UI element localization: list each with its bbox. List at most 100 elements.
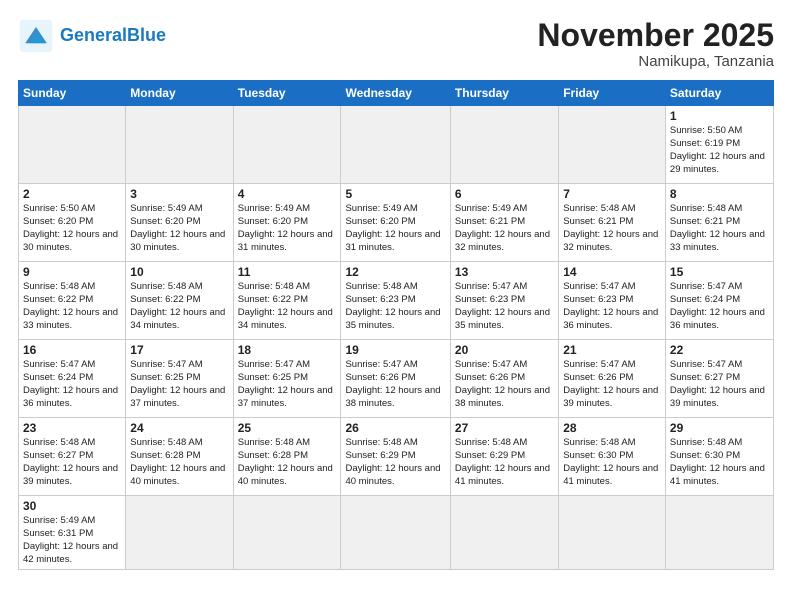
calendar-day-cell: 4 Sunrise: 5:49 AM Sunset: 6:20 PM Daylig…	[233, 184, 341, 262]
calendar-day-cell	[19, 106, 126, 184]
calendar-day-cell	[126, 496, 233, 570]
day-info: Sunrise: 5:48 AM Sunset: 6:22 PM Dayligh…	[23, 281, 121, 332]
day-number: 4	[238, 187, 337, 201]
day-info: Sunrise: 5:48 AM Sunset: 6:21 PM Dayligh…	[563, 203, 661, 254]
calendar-day-cell: 29Sunrise: 5:48 AM Sunset: 6:30 PM Dayli…	[665, 418, 773, 496]
calendar-week-row: 2Sunrise: 5:50 AM Sunset: 6:20 PM Daylig…	[19, 184, 774, 262]
day-number: 16	[23, 343, 121, 357]
day-info: Sunrise: 5:48 AM Sunset: 6:23 PM Dayligh…	[345, 281, 445, 332]
day-info: Sunrise: 5:49 AM Sunset: 6:20 PM Dayligh…	[345, 203, 445, 254]
calendar-day-cell: 9 Sunrise: 5:48 AM Sunset: 6:22 PM Daylig…	[19, 262, 126, 340]
calendar-day-cell	[126, 106, 233, 184]
day-info: Sunrise: 5:47 AM Sunset: 6:23 PM Dayligh…	[455, 281, 554, 332]
calendar-day-cell: 19Sunrise: 5:47 AM Sunset: 6:26 PM Dayli…	[341, 340, 450, 418]
weekday-header-friday: Friday	[559, 81, 666, 106]
day-info: Sunrise: 5:48 AM Sunset: 6:30 PM Dayligh…	[563, 437, 661, 488]
day-number: 6	[455, 187, 554, 201]
calendar-day-cell: 12 Sunrise: 5:48 AM Sunset: 6:23 PM Dayli…	[341, 262, 450, 340]
day-number: 14	[563, 265, 661, 279]
calendar-day-cell: 7 Sunrise: 5:48 AM Sunset: 6:21 PM Daylig…	[559, 184, 666, 262]
calendar-day-cell	[233, 496, 341, 570]
calendar-day-cell: 14 Sunrise: 5:47 AM Sunset: 6:23 PM Dayli…	[559, 262, 666, 340]
day-info: Sunrise: 5:49 AM Sunset: 6:20 PM Dayligh…	[238, 203, 337, 254]
calendar-day-cell	[450, 106, 558, 184]
weekday-header-sunday: Sunday	[19, 81, 126, 106]
day-number: 1	[670, 109, 769, 123]
weekday-header-thursday: Thursday	[450, 81, 558, 106]
calendar-day-cell	[233, 106, 341, 184]
calendar-day-cell	[665, 496, 773, 570]
day-number: 12	[345, 265, 445, 279]
day-number: 22	[670, 343, 769, 357]
calendar-day-cell	[341, 106, 450, 184]
logo-blue: Blue	[127, 25, 166, 45]
day-info: Sunrise: 5:47 AM Sunset: 6:24 PM Dayligh…	[23, 359, 121, 410]
day-number: 11	[238, 265, 337, 279]
weekday-header-tuesday: Tuesday	[233, 81, 341, 106]
day-number: 10	[130, 265, 228, 279]
weekday-header-wednesday: Wednesday	[341, 81, 450, 106]
calendar-week-row: 30 Sunrise: 5:49 AM Sunset: 6:31 PM Dayli…	[19, 496, 774, 570]
calendar-day-cell: 22 Sunrise: 5:47 AM Sunset: 6:27 PM Dayli…	[665, 340, 773, 418]
logo-general: General	[60, 25, 127, 45]
day-number: 9	[23, 265, 121, 279]
calendar-day-cell: 28 Sunrise: 5:48 AM Sunset: 6:30 PM Dayli…	[559, 418, 666, 496]
calendar-day-cell: 25 Sunrise: 5:48 AM Sunset: 6:28 PM Dayli…	[233, 418, 341, 496]
calendar-day-cell: 20 Sunrise: 5:47 AM Sunset: 6:26 PM Dayli…	[450, 340, 558, 418]
day-info: Sunrise: 5:47 AM Sunset: 6:27 PM Dayligh…	[670, 359, 769, 410]
day-number: 8	[670, 187, 769, 201]
day-number: 27	[455, 421, 554, 435]
calendar-day-cell: 3Sunrise: 5:49 AM Sunset: 6:20 PM Daylig…	[126, 184, 233, 262]
day-number: 15	[670, 265, 769, 279]
calendar-day-cell: 11Sunrise: 5:48 AM Sunset: 6:22 PM Dayli…	[233, 262, 341, 340]
day-info: Sunrise: 5:47 AM Sunset: 6:26 PM Dayligh…	[455, 359, 554, 410]
calendar-day-cell: 26Sunrise: 5:48 AM Sunset: 6:29 PM Dayli…	[341, 418, 450, 496]
weekday-header-monday: Monday	[126, 81, 233, 106]
day-info: Sunrise: 5:48 AM Sunset: 6:28 PM Dayligh…	[238, 437, 337, 488]
title-block: November 2025 Namikupa, Tanzania	[537, 18, 774, 70]
calendar-day-cell: 21Sunrise: 5:47 AM Sunset: 6:26 PM Dayli…	[559, 340, 666, 418]
day-number: 30	[23, 499, 121, 513]
calendar-week-row: 23Sunrise: 5:48 AM Sunset: 6:27 PM Dayli…	[19, 418, 774, 496]
calendar-day-cell: 16 Sunrise: 5:47 AM Sunset: 6:24 PM Dayli…	[19, 340, 126, 418]
calendar-week-row: 1 Sunrise: 5:50 AM Sunset: 6:19 PM Daylig…	[19, 106, 774, 184]
calendar-day-cell	[559, 496, 666, 570]
day-info: Sunrise: 5:47 AM Sunset: 6:25 PM Dayligh…	[238, 359, 337, 410]
calendar-day-cell	[450, 496, 558, 570]
calendar-week-row: 16 Sunrise: 5:47 AM Sunset: 6:24 PM Dayli…	[19, 340, 774, 418]
calendar-day-cell: 2Sunrise: 5:50 AM Sunset: 6:20 PM Daylig…	[19, 184, 126, 262]
calendar-day-cell: 17Sunrise: 5:47 AM Sunset: 6:25 PM Dayli…	[126, 340, 233, 418]
logo-text: GeneralBlue	[60, 26, 166, 46]
day-info: Sunrise: 5:48 AM Sunset: 6:27 PM Dayligh…	[23, 437, 121, 488]
day-number: 29	[670, 421, 769, 435]
day-number: 3	[130, 187, 228, 201]
day-info: Sunrise: 5:48 AM Sunset: 6:21 PM Dayligh…	[670, 203, 769, 254]
day-number: 25	[238, 421, 337, 435]
day-number: 7	[563, 187, 661, 201]
day-number: 13	[455, 265, 554, 279]
calendar-day-cell: 5 Sunrise: 5:49 AM Sunset: 6:20 PM Daylig…	[341, 184, 450, 262]
day-info: Sunrise: 5:47 AM Sunset: 6:25 PM Dayligh…	[130, 359, 228, 410]
day-number: 5	[345, 187, 445, 201]
logo: GeneralBlue	[18, 18, 166, 54]
calendar-day-cell: 1 Sunrise: 5:50 AM Sunset: 6:19 PM Daylig…	[665, 106, 773, 184]
calendar: SundayMondayTuesdayWednesdayThursdayFrid…	[18, 80, 774, 570]
day-info: Sunrise: 5:47 AM Sunset: 6:24 PM Dayligh…	[670, 281, 769, 332]
calendar-day-cell	[559, 106, 666, 184]
day-info: Sunrise: 5:50 AM Sunset: 6:19 PM Dayligh…	[670, 125, 769, 176]
page: GeneralBlue November 2025 Namikupa, Tanz…	[0, 0, 792, 580]
calendar-day-cell: 13 Sunrise: 5:47 AM Sunset: 6:23 PM Dayli…	[450, 262, 558, 340]
day-info: Sunrise: 5:49 AM Sunset: 6:31 PM Dayligh…	[23, 515, 121, 566]
day-number: 19	[345, 343, 445, 357]
day-info: Sunrise: 5:48 AM Sunset: 6:22 PM Dayligh…	[130, 281, 228, 332]
day-number: 28	[563, 421, 661, 435]
weekday-header-row: SundayMondayTuesdayWednesdayThursdayFrid…	[19, 81, 774, 106]
calendar-day-cell: 15 Sunrise: 5:47 AM Sunset: 6:24 PM Dayli…	[665, 262, 773, 340]
month-title: November 2025	[537, 18, 774, 53]
calendar-day-cell: 10 Sunrise: 5:48 AM Sunset: 6:22 PM Dayli…	[126, 262, 233, 340]
day-number: 2	[23, 187, 121, 201]
calendar-day-cell	[341, 496, 450, 570]
calendar-day-cell: 8 Sunrise: 5:48 AM Sunset: 6:21 PM Daylig…	[665, 184, 773, 262]
day-number: 20	[455, 343, 554, 357]
day-info: Sunrise: 5:47 AM Sunset: 6:23 PM Dayligh…	[563, 281, 661, 332]
